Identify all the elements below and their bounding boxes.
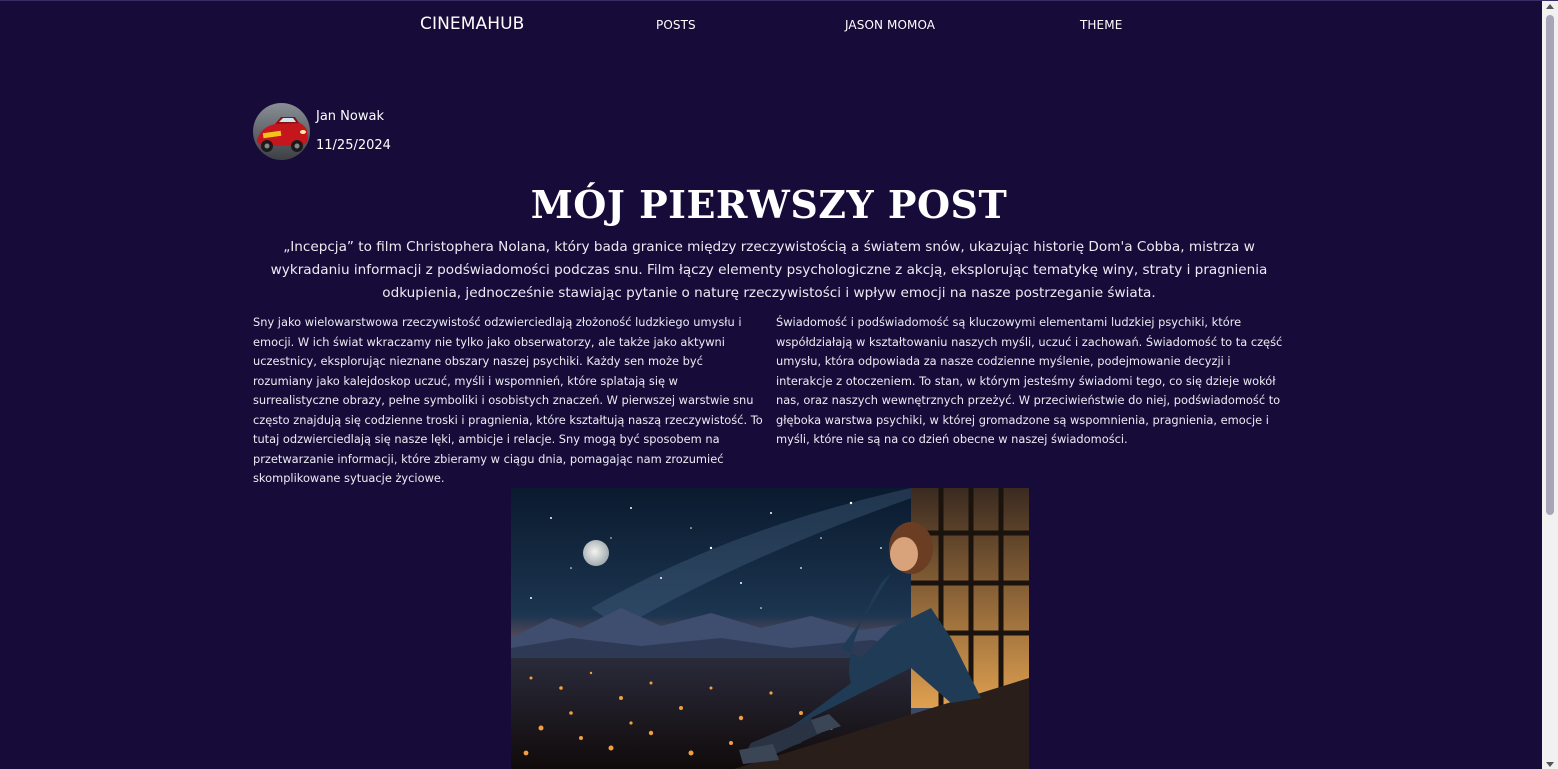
race-car-avatar-icon: [253, 103, 310, 160]
post-hero-image: [511, 488, 1029, 769]
nav-item-posts[interactable]: POSTS: [656, 18, 696, 32]
scrollbar[interactable]: [1542, 1, 1558, 769]
post-lead: „Incepcja” to film Christophera Nolana, …: [270, 239, 1268, 301]
nav-item-jason-momoa[interactable]: JASON MOMOA: [845, 18, 935, 32]
post-column-right: Świadomość i podświadomość są kluczowymi…: [776, 315, 1283, 446]
page: CINEMAHUB POSTS JASON MOMOA THEME Jan No…: [0, 0, 1558, 769]
avatar: [253, 103, 310, 160]
nav-item-theme[interactable]: THEME: [1080, 18, 1122, 32]
post-title: MÓJ PIERWSZY POST: [530, 182, 1008, 227]
scrollbar-thumb[interactable]: [1546, 15, 1554, 515]
post-date: 11/25/2024: [316, 138, 391, 153]
night-city-girl-illustration: [511, 488, 1029, 769]
brand-link[interactable]: CINEMAHUB: [420, 14, 524, 34]
scroll-down-icon[interactable]: [1546, 762, 1554, 767]
post-column-left: Sny jako wielowarstwowa rzeczywistość od…: [253, 315, 763, 485]
author-name[interactable]: Jan Nowak: [316, 109, 384, 124]
scroll-up-icon[interactable]: [1546, 4, 1554, 9]
